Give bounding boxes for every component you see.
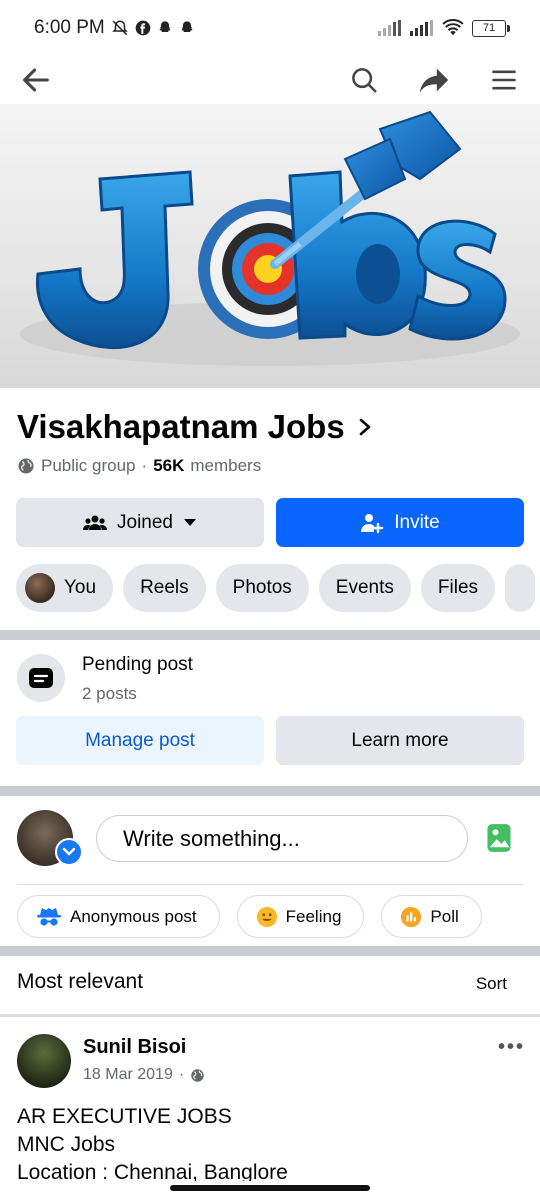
privacy-label: Public group (41, 456, 136, 475)
chevron-down-icon (62, 847, 76, 856)
battery-level: 71 (482, 22, 496, 34)
chevron-right-icon (359, 418, 371, 436)
sort-button[interactable]: Sort (476, 974, 507, 994)
anonymous-post-label: Anonymous post (70, 906, 197, 926)
avatar (25, 573, 55, 603)
pending-post-count: 2 posts (82, 684, 137, 703)
manage-post-button[interactable]: Manage post (16, 716, 264, 765)
home-indicator[interactable] (170, 1185, 370, 1191)
tab-files[interactable]: Files (420, 564, 496, 612)
pending-post-icon (29, 668, 53, 688)
post-body[interactable]: AR EXECUTIVE JOBS MNC Jobs Location : Ch… (17, 1103, 527, 1181)
group-meta: Public group · 56K members (17, 456, 261, 476)
caret-down-icon (184, 518, 196, 526)
feeling-button[interactable]: Feeling (236, 895, 365, 938)
profile-switch-badge[interactable] (55, 838, 83, 866)
post-line: MNC Jobs (17, 1133, 116, 1156)
joined-label: Joined (117, 511, 173, 533)
section-divider (0, 786, 540, 796)
smiley-icon (256, 906, 277, 927)
top-nav-bar (0, 56, 540, 104)
add-photo-button[interactable] (485, 823, 515, 853)
post-line: AR EXECUTIVE JOBS (17, 1105, 232, 1128)
tab-events[interactable]: Events (318, 564, 411, 612)
section-divider (0, 1014, 540, 1017)
manage-post-label: Manage post (85, 729, 195, 751)
tab-more[interactable] (505, 564, 536, 612)
post-meta: 18 Mar 2019 · (83, 1066, 205, 1084)
section-divider (0, 946, 540, 956)
feeling-label: Feeling (285, 906, 342, 926)
meta-separator: · (141, 456, 148, 475)
signal-icon (378, 20, 401, 36)
group-name: Visakhapatnam Jobs (17, 408, 345, 445)
group-members-icon (83, 515, 107, 530)
member-count[interactable]: 56K (153, 456, 184, 476)
composer-divider (17, 884, 523, 885)
globe-icon (18, 458, 34, 474)
invite-button[interactable]: Invite (276, 498, 524, 547)
learn-more-label: Learn more (351, 729, 449, 751)
group-name-link[interactable]: Visakhapatnam Jobs (17, 408, 373, 446)
group-cover-image[interactable] (0, 104, 540, 388)
back-arrow-icon (23, 68, 49, 92)
wifi-icon (442, 19, 464, 36)
tab-reels[interactable]: Reels (123, 564, 206, 612)
post-date[interactable]: 18 Mar 2019 (83, 1066, 173, 1084)
tab-label: Files (437, 577, 479, 598)
globe-icon (191, 1068, 204, 1082)
back-button[interactable] (14, 58, 58, 102)
post-meta-separator: · (178, 1066, 185, 1083)
anonymous-icon (37, 907, 61, 926)
tab-photos[interactable]: Photos (215, 564, 309, 612)
tab-label: Events (335, 577, 394, 598)
member-label[interactable]: members (190, 456, 261, 476)
post-more-options-button[interactable]: ••• (498, 1036, 525, 1059)
poll-icon (401, 906, 422, 927)
status-bar: 6:00 PM 71 (0, 0, 540, 56)
pending-post-title: Pending post (82, 654, 193, 675)
write-something-placeholder: Write something... (123, 825, 300, 851)
poll-button[interactable]: Poll (381, 895, 482, 938)
joined-button[interactable]: Joined (16, 498, 264, 547)
snapchat-notification-icon (159, 21, 171, 32)
group-tabs: You Reels Photos Events Files (16, 564, 536, 612)
photo-icon (487, 824, 511, 852)
tab-label: Photos (232, 577, 292, 598)
status-time: 6:00 PM (34, 17, 105, 38)
composer-actions: Anonymous post Feeling Poll (17, 895, 482, 938)
jobs-target-illustration (20, 110, 520, 366)
hamburger-menu-icon (492, 70, 516, 90)
feed-section-title: Most relevant (17, 970, 144, 993)
write-something-input[interactable]: Write something... (96, 815, 468, 862)
facebook-notification-icon (135, 20, 151, 36)
search-button[interactable] (342, 58, 386, 102)
post-line: Location : Chennai, Banglore (17, 1161, 288, 1181)
share-icon (419, 68, 449, 93)
tab-you[interactable]: You (16, 564, 114, 612)
share-button[interactable] (412, 58, 456, 102)
search-icon (352, 68, 377, 93)
tab-label: Reels (140, 577, 189, 598)
post-author[interactable]: Sunil Bisoi (83, 1036, 186, 1059)
learn-more-button[interactable]: Learn more (276, 716, 524, 765)
battery-icon: 71 (472, 19, 510, 37)
signal-icon-2 (410, 20, 433, 36)
anonymous-post-button[interactable]: Anonymous post (17, 895, 220, 938)
add-person-icon (361, 513, 384, 533)
pending-post-icon-wrap (17, 654, 65, 702)
poll-label: Poll (430, 906, 459, 926)
mute-icon (111, 20, 128, 36)
invite-label: Invite (394, 511, 440, 533)
tab-label: You (64, 577, 97, 598)
snapchat-notification-icon-2 (181, 21, 193, 32)
avatar[interactable] (17, 1034, 71, 1088)
section-divider (0, 630, 540, 640)
menu-button[interactable] (482, 58, 526, 102)
